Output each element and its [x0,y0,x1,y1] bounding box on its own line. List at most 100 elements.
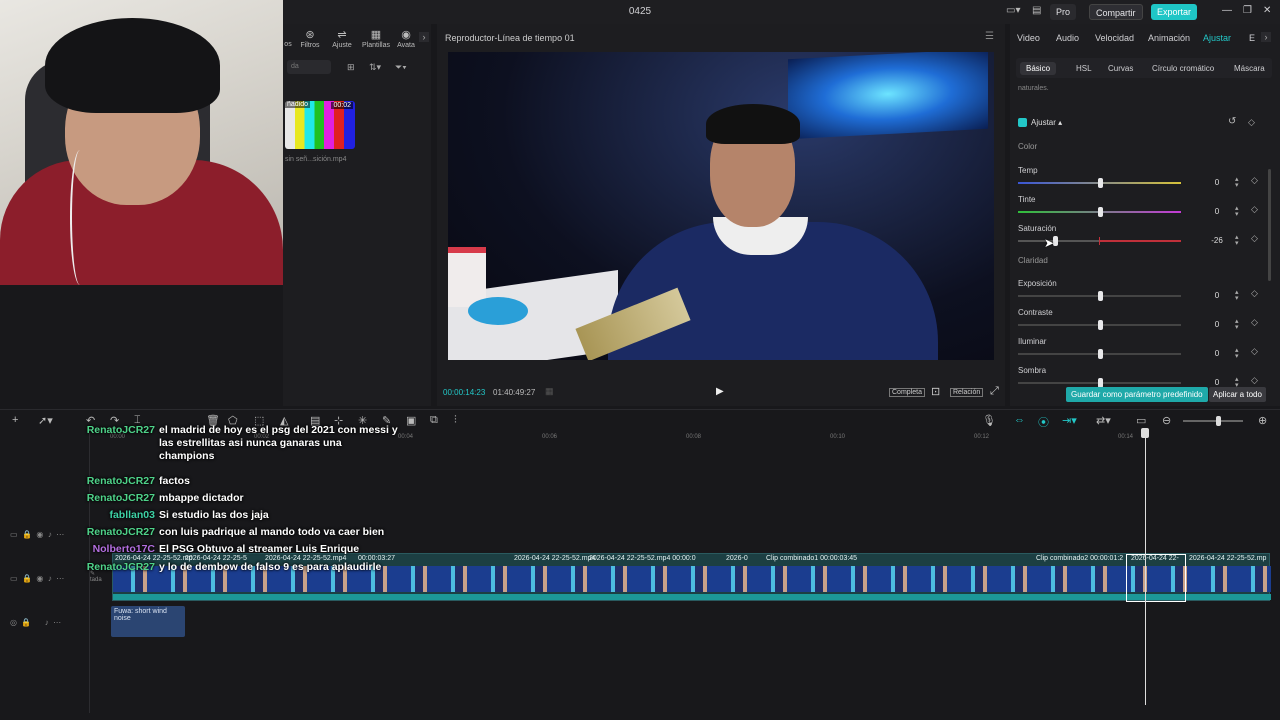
tab-speed[interactable]: Velocidad [1095,33,1134,43]
ratio-button[interactable]: Relación [950,388,984,397]
chat-text: El PSG Obtuvo al streamer Luis Enrique [159,543,360,555]
chat-text: mbappe dictador [159,492,244,504]
keyframe-icon[interactable]: ◇ [1251,375,1258,386]
param-value-input[interactable]: 0 [1200,289,1234,303]
description-text: naturales. [1018,85,1049,92]
tabs-next-icon[interactable]: › [419,32,429,42]
slider-knob[interactable] [1098,291,1103,301]
chat-text: el madrid de hoy es el psg del 2021 con … [159,424,398,462]
param-slider[interactable] [1018,236,1181,246]
param-stepper[interactable]: ▴ ▾ [1235,176,1239,189]
caption-icon[interactable]: ▭ [1136,414,1146,427]
subtab-mask[interactable]: Máscara [1228,62,1271,75]
tab-ajustar[interactable]: Ajustar [1203,33,1231,43]
ruler-tick: 00:14 [1118,434,1134,440]
magnet-icon[interactable]: ⦿ [1038,414,1049,430]
minimize-icon[interactable]: — [1222,5,1232,16]
layout-icon[interactable]: ▭▾ [1006,5,1020,16]
snap-icon[interactable]: ⇥▾ [1062,414,1077,427]
chat-username: RenatoJCR27 [86,526,155,538]
param-value-input[interactable]: -26 [1200,234,1234,248]
tab-animation[interactable]: Animación [1148,33,1190,43]
tabs-next-icon[interactable]: › [1261,32,1271,42]
keyframe-icon[interactable]: ◇ [1251,317,1258,328]
subtab-color-wheel[interactable]: Círculo cromático [1146,62,1220,75]
timecode-grid-icon[interactable]: ▦ [545,386,554,397]
param-slider[interactable] [1018,178,1181,188]
player-menu-icon[interactable]: ☰ [985,31,994,42]
selected-clip[interactable] [1126,554,1186,602]
param-stepper[interactable]: ▴ ▾ [1235,234,1239,247]
tab-video[interactable]: Video [1017,33,1040,43]
quality-button[interactable]: Completa [889,388,925,397]
waveform-icon[interactable]: ⫶ [454,414,457,427]
keyframe-icon[interactable]: ◇ [1251,233,1258,244]
param-slider[interactable] [1018,207,1181,217]
param-slider[interactable] [1018,378,1181,388]
param-slider[interactable] [1018,291,1181,301]
maximize-icon[interactable]: ❐ [1243,5,1252,16]
keyframe-icon[interactable]: ◇ [1248,117,1255,128]
clip-label: 2026-04-24 22-25-52.mp [1189,555,1267,562]
chat-username: fabllan03 [109,509,155,521]
param-value-input[interactable]: 0 [1200,318,1234,332]
ajustar-checkbox[interactable] [1018,118,1027,127]
param-value-input[interactable]: 0 [1200,347,1234,361]
chat-username: Nolberto17C [92,543,155,555]
ajustar-section-label[interactable]: Ajustar ▴ [1031,118,1062,127]
playhead[interactable] [1145,432,1146,705]
clip-label: 2026-04-24 22-25-52.mp4 00:00:0 [589,555,696,562]
tab-more[interactable]: E [1249,33,1255,43]
reset-icon[interactable]: ↺ [1228,116,1236,127]
save-preset-button[interactable]: Guardar como parámetro predefinido [1066,387,1208,402]
video-preview[interactable] [448,52,994,360]
zoom-in-icon[interactable]: ⊕ [1258,414,1267,427]
preview-axis-icon[interactable]: ⇄▾ [1096,414,1111,427]
slider-knob[interactable] [1098,320,1103,330]
inspector-scrollbar[interactable] [1268,169,1271,281]
param-value-input[interactable]: 0 [1200,176,1234,190]
param-stepper[interactable]: ▴ ▾ [1235,318,1239,331]
chevron-up-icon: ▴ [1058,118,1063,127]
fullscreen-icon[interactable]: ⤢ [990,385,999,398]
microphone-icon[interactable]: 🎙 [982,414,996,427]
fit-icon[interactable]: ⊡ [931,385,940,398]
slider-knob[interactable] [1098,207,1103,217]
clarity-section-label: Claridad [1018,256,1048,265]
slider-knob[interactable] [1098,178,1103,188]
shortcuts-icon[interactable]: ▤ [1032,5,1041,16]
tab-audio[interactable]: Audio [1056,33,1079,43]
subtab-curves[interactable]: Curvas [1102,62,1139,75]
param-label: Exposición [1018,279,1057,288]
play-button[interactable]: ▶ [716,386,724,397]
keyframe-icon[interactable]: ◇ [1251,288,1258,299]
video-person-hair [706,104,800,144]
clip-label: 2026-0 [726,555,748,562]
timeline-zoom-slider[interactable] [1183,416,1243,426]
keyframe-icon[interactable]: ◇ [1251,346,1258,357]
mouse-cursor-icon: ➤ [1044,236,1055,250]
keyframe-icon[interactable]: ◇ [1251,175,1258,186]
player-title: Reproductor-Línea de tiempo 01 [445,33,575,43]
pro-button[interactable]: Pro [1050,4,1077,20]
close-icon[interactable]: ✕ [1263,5,1271,16]
param-value-input[interactable]: 0 [1200,205,1234,219]
zoom-out-icon[interactable]: ⊖ [1162,414,1171,427]
slider-knob[interactable] [1098,349,1103,359]
chat-username: RenatoJCR27 [86,492,155,504]
subtab-hsl[interactable]: HSL [1070,62,1098,75]
keyframe-icon[interactable]: ◇ [1251,204,1258,215]
share-button[interactable]: Compartir [1089,4,1143,20]
subtab-basic[interactable]: Básico [1020,62,1057,75]
freeze-icon[interactable]: ⧉ [430,414,438,427]
param-stepper[interactable]: ▴ ▾ [1235,347,1239,360]
param-slider[interactable] [1018,320,1181,330]
zoom-slider-knob[interactable] [1216,416,1221,426]
param-slider[interactable] [1018,349,1181,359]
link-icon[interactable]: ⇔ [1014,414,1025,426]
param-stepper[interactable]: ▴ ▾ [1235,289,1239,302]
stream-chat-overlay: RenatoJCR27 el madrid de hoy es el psg de… [0,0,420,720]
param-stepper[interactable]: ▴ ▾ [1235,205,1239,218]
apply-all-button[interactable]: Aplicar a todo [1209,387,1266,402]
export-button[interactable]: Exportar [1151,4,1198,20]
